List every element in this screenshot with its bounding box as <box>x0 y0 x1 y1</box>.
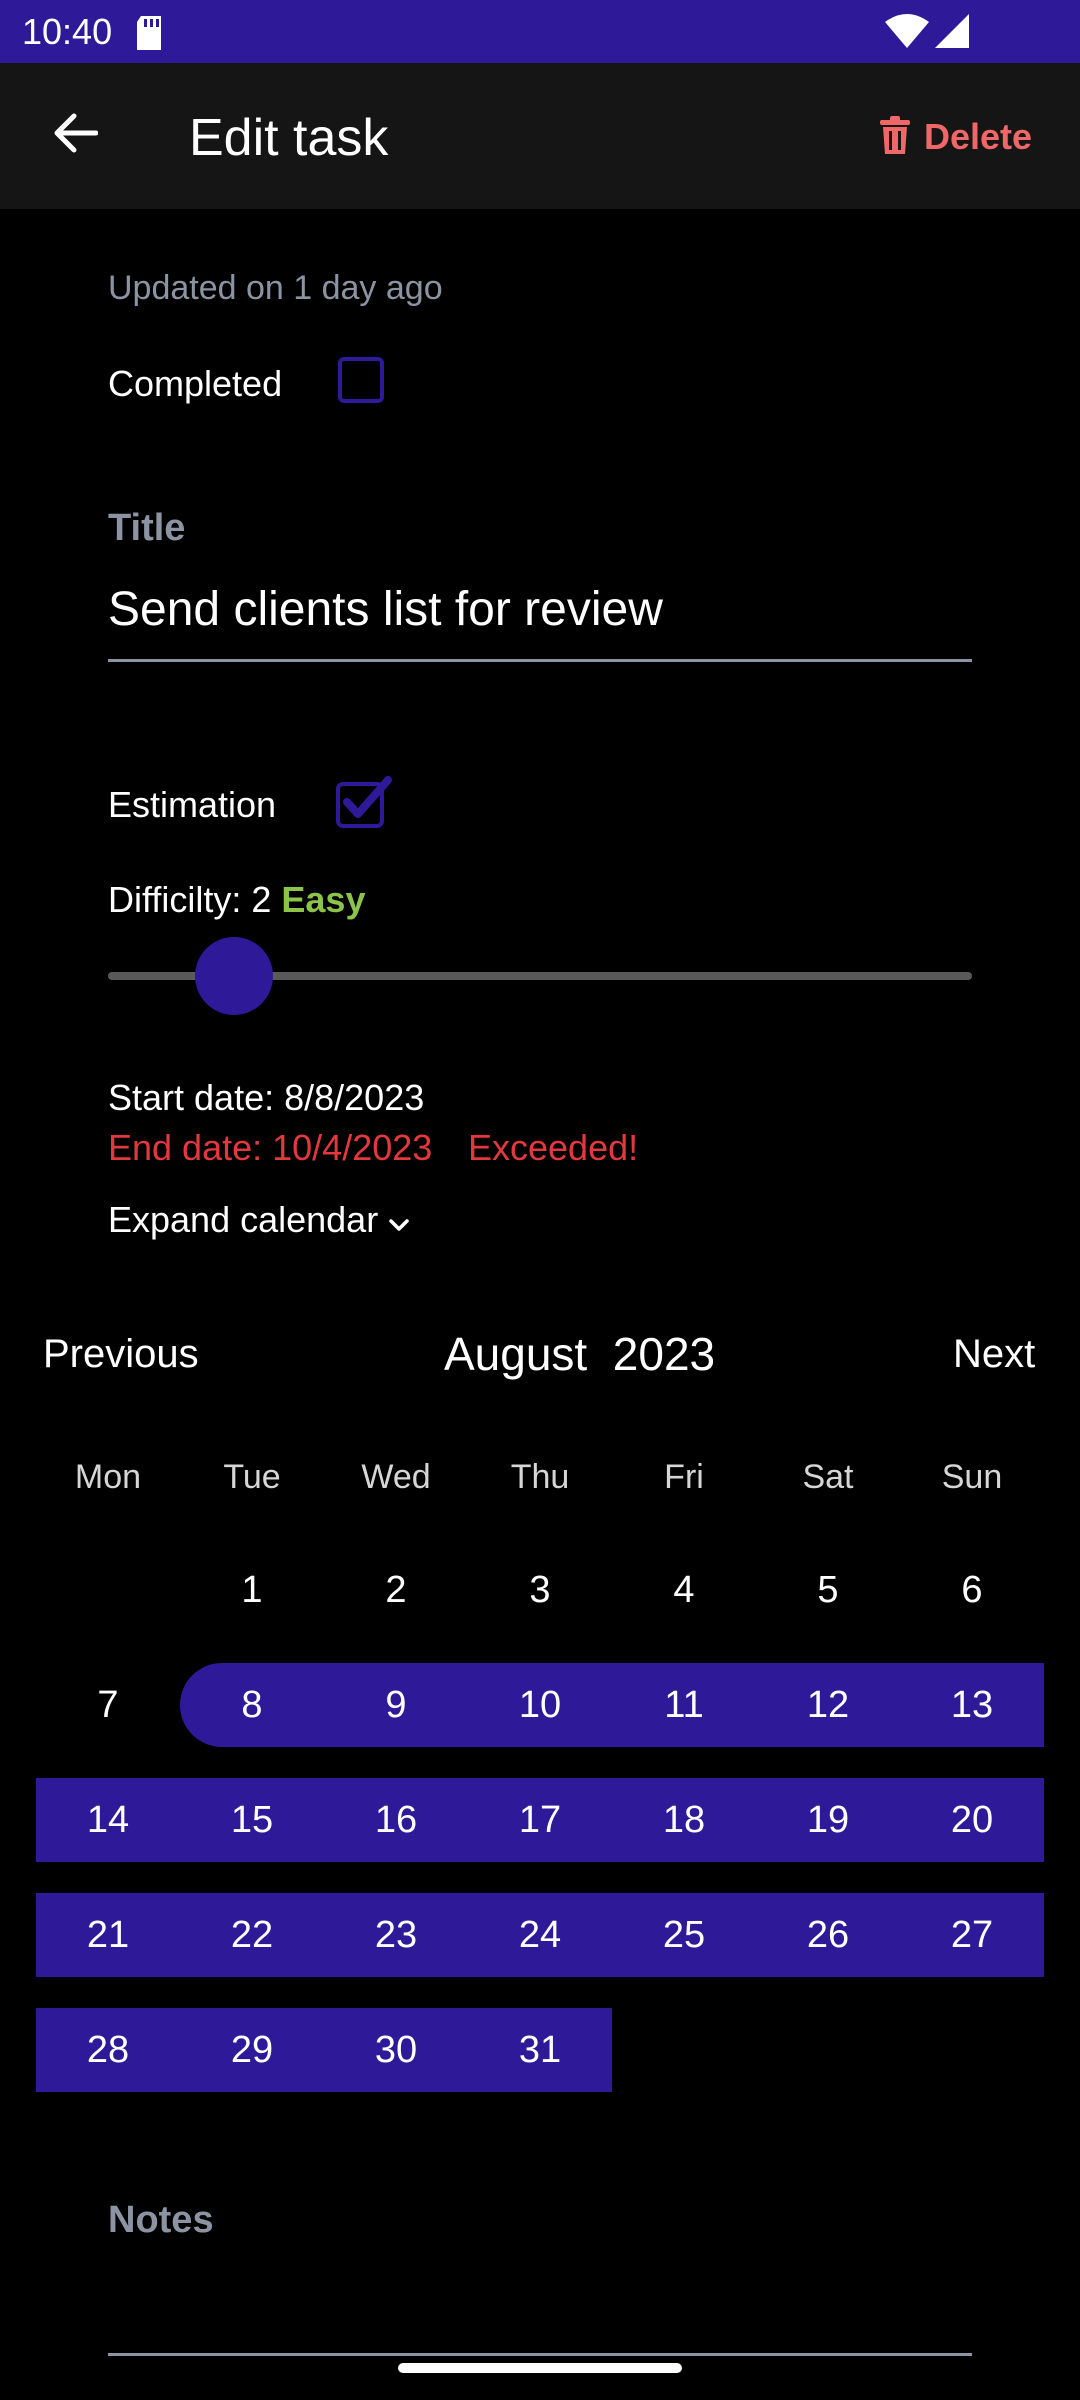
title-underline <box>108 659 972 662</box>
calendar-day-17[interactable]: 17 <box>468 1778 612 1862</box>
calendar-day-25[interactable]: 25 <box>612 1893 756 1977</box>
delete-label: Delete <box>924 116 1033 157</box>
next-month-button[interactable]: Next <box>953 1328 1035 1380</box>
calendar-day-23[interactable]: 23 <box>324 1893 468 1977</box>
sd-card-icon <box>135 16 163 55</box>
updated-text: Updated on 1 day ago <box>108 269 443 307</box>
gesture-navigation-handle <box>398 2363 682 2373</box>
calendar-day-14[interactable]: 14 <box>36 1778 180 1862</box>
calendar-day-6[interactable]: 6 <box>900 1548 1044 1632</box>
year-label: 2023 <box>612 1328 716 1380</box>
calendar-day-10[interactable]: 10 <box>468 1663 612 1747</box>
notes-label: Notes <box>108 2199 214 2241</box>
calendar-day-30[interactable]: 30 <box>324 2008 468 2092</box>
start-date: Start date: 8/8/2023 <box>108 1077 425 1118</box>
calendar-day-9[interactable]: 9 <box>324 1663 468 1747</box>
calendar-day-15[interactable]: 15 <box>180 1778 324 1862</box>
completed-checkbox[interactable] <box>338 357 384 403</box>
calendar-day-31[interactable]: 31 <box>468 2008 612 2092</box>
calendar-day-27[interactable]: 27 <box>900 1893 1044 1977</box>
calendar-day-26[interactable]: 26 <box>756 1893 900 1977</box>
month-year-title: August 2023 <box>444 1326 715 1382</box>
delete-button[interactable]: Delete <box>880 112 1032 162</box>
arrow-left-icon <box>52 113 99 158</box>
calendar-day-2[interactable]: 2 <box>324 1548 468 1632</box>
difficulty-level: Easy <box>281 879 366 920</box>
chevron-down-icon <box>388 1198 410 1242</box>
weekday-fri: Fri <box>664 1458 704 1496</box>
weekday-wed: Wed <box>361 1458 431 1496</box>
page-title: Edit task <box>189 109 389 167</box>
calendar-day-16[interactable]: 16 <box>324 1778 468 1862</box>
back-button[interactable] <box>40 100 110 170</box>
completed-label: Completed <box>108 363 283 404</box>
title-input[interactable]: Send clients list for review <box>108 575 972 645</box>
end-date: End date: 10/4/2023 <box>108 1127 433 1168</box>
calendar-day-24[interactable]: 24 <box>468 1893 612 1977</box>
calendar-day-29[interactable]: 29 <box>180 2008 324 2092</box>
calendar-day-8[interactable]: 8 <box>180 1663 324 1747</box>
previous-month-button[interactable]: Previous <box>43 1328 199 1380</box>
calendar-day-19[interactable]: 19 <box>756 1778 900 1862</box>
weekday-thu: Thu <box>510 1458 570 1496</box>
expand-calendar-button[interactable]: Expand calendar <box>108 1198 410 1242</box>
difficulty-row: Difficilty: 2 Easy <box>108 878 365 922</box>
calendar-day-22[interactable]: 22 <box>180 1893 324 1977</box>
weekday-sun: Sun <box>941 1458 1003 1496</box>
estimation-checkbox[interactable] <box>336 776 392 828</box>
month-label: August <box>444 1328 588 1380</box>
calendar-day-20[interactable]: 20 <box>900 1778 1044 1862</box>
weekday-mon: Mon <box>74 1458 142 1496</box>
expand-calendar-label: Expand calendar <box>108 1199 379 1240</box>
trash-icon <box>880 115 910 159</box>
calendar-day-5[interactable]: 5 <box>756 1548 900 1632</box>
calendar-day-3[interactable]: 3 <box>468 1548 612 1632</box>
calendar-day-1[interactable]: 1 <box>180 1548 324 1632</box>
status-time: 10:40 <box>22 11 113 52</box>
calendar-day-4[interactable]: 4 <box>612 1548 756 1632</box>
difficulty-label: Difficilty: 2 <box>108 879 272 920</box>
title-label: Title <box>108 507 186 549</box>
difficulty-slider-thumb[interactable] <box>195 937 273 1015</box>
weekday-tue: Tue <box>223 1458 281 1496</box>
estimation-label: Estimation <box>108 784 277 825</box>
notes-input[interactable] <box>108 2353 972 2356</box>
calendar-day-13[interactable]: 13 <box>900 1663 1044 1747</box>
calendar-day-7[interactable]: 7 <box>36 1663 180 1747</box>
exceeded-warning: Exceeded! <box>468 1127 639 1168</box>
weekday-sat: Sat <box>802 1458 854 1496</box>
calendar-day-18[interactable]: 18 <box>612 1778 756 1862</box>
calendar-day-28[interactable]: 28 <box>36 2008 180 2092</box>
calendar-day-11[interactable]: 11 <box>612 1663 756 1747</box>
signal-icon <box>935 14 969 53</box>
calendar-day-21[interactable]: 21 <box>36 1893 180 1977</box>
calendar-day-12[interactable]: 12 <box>756 1663 900 1747</box>
wifi-icon <box>885 14 929 53</box>
